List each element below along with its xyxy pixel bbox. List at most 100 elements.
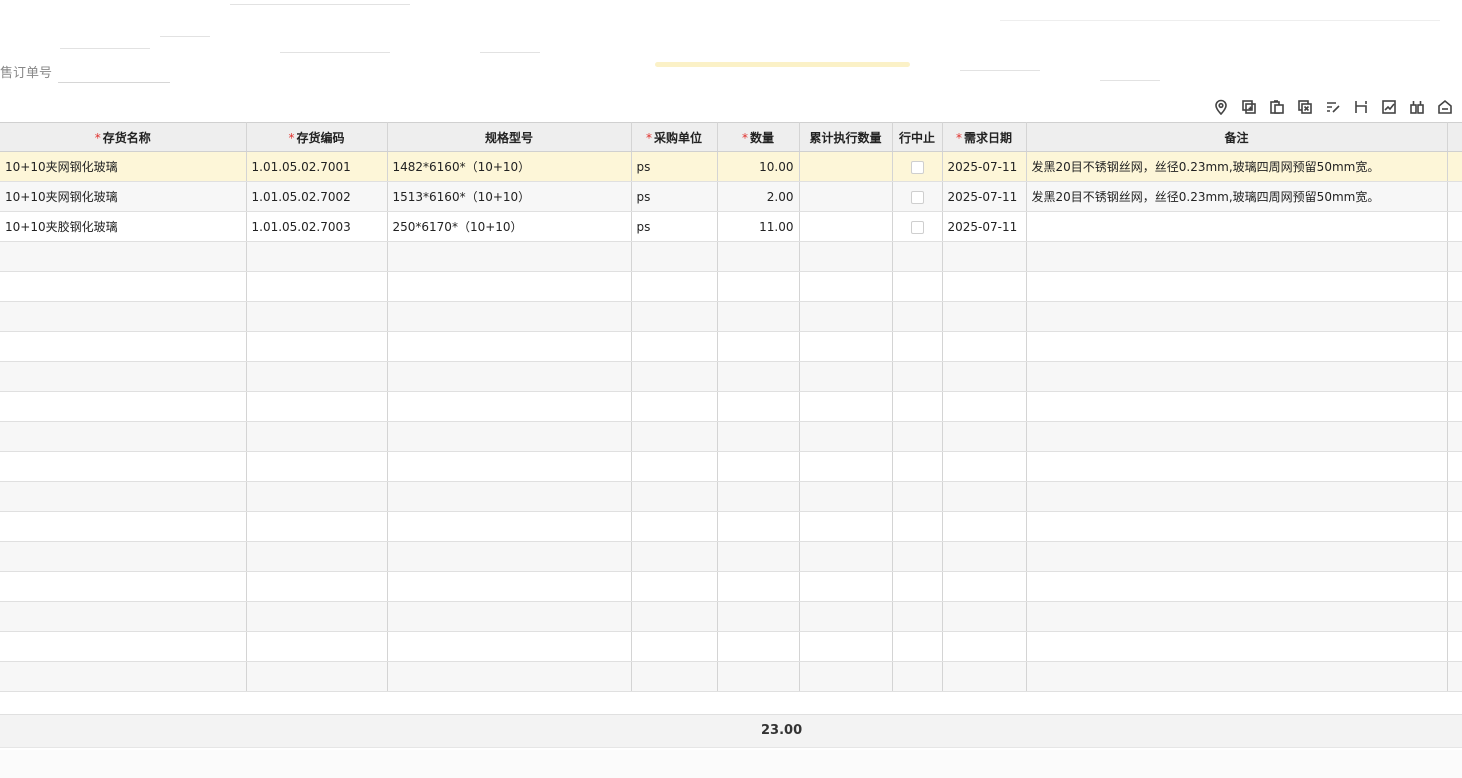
empty-cell[interactable]	[799, 241, 893, 272]
empty-table-row[interactable]	[0, 331, 1462, 362]
empty-cell[interactable]	[892, 421, 943, 452]
empty-cell[interactable]	[631, 331, 718, 362]
empty-cell[interactable]	[799, 481, 893, 512]
empty-cell[interactable]	[942, 601, 1027, 632]
empty-cell[interactable]	[892, 451, 943, 482]
empty-cell[interactable]	[717, 601, 800, 632]
cell-unit[interactable]: ps	[631, 151, 718, 182]
empty-cell[interactable]	[799, 421, 893, 452]
empty-cell[interactable]	[799, 541, 893, 572]
empty-cell[interactable]	[717, 661, 800, 692]
empty-table-row[interactable]	[0, 631, 1462, 662]
cell-spec[interactable]: 1482*6160*（10+10）	[387, 151, 632, 182]
empty-cell[interactable]	[631, 571, 718, 602]
empty-cell[interactable]	[387, 481, 632, 512]
empty-cell[interactable]	[246, 511, 388, 542]
empty-cell[interactable]	[246, 571, 388, 602]
empty-cell[interactable]	[799, 361, 893, 392]
empty-cell[interactable]	[1026, 631, 1448, 662]
empty-cell[interactable]	[387, 631, 632, 662]
empty-cell[interactable]	[799, 601, 893, 632]
cell-required-date[interactable]: 2025-07-11	[942, 151, 1027, 182]
empty-cell[interactable]	[0, 601, 247, 632]
empty-cell[interactable]	[387, 571, 632, 602]
empty-cell[interactable]	[942, 361, 1027, 392]
cell-item-code[interactable]: 1.01.05.02.7003	[246, 211, 388, 242]
empty-cell[interactable]	[799, 661, 893, 692]
table-row[interactable]: 10+10夹网钢化玻璃 1.01.05.02.7001 1482*6160*（1…	[0, 151, 1462, 182]
empty-cell[interactable]	[799, 331, 893, 362]
empty-cell[interactable]	[942, 301, 1027, 332]
empty-cell[interactable]	[717, 391, 800, 422]
empty-cell[interactable]	[717, 421, 800, 452]
empty-cell[interactable]	[0, 661, 247, 692]
empty-table-row[interactable]	[0, 421, 1462, 452]
empty-cell[interactable]	[631, 661, 718, 692]
empty-cell[interactable]	[631, 361, 718, 392]
empty-cell[interactable]	[1026, 421, 1448, 452]
empty-cell[interactable]	[246, 481, 388, 512]
empty-table-row[interactable]	[0, 571, 1462, 602]
row-stop-checkbox[interactable]	[910, 160, 924, 174]
empty-cell[interactable]	[942, 661, 1027, 692]
empty-table-row[interactable]	[0, 451, 1462, 482]
empty-cell[interactable]	[387, 661, 632, 692]
empty-cell[interactable]	[631, 601, 718, 632]
empty-table-row[interactable]	[0, 601, 1462, 632]
empty-cell[interactable]	[942, 451, 1027, 482]
empty-cell[interactable]	[246, 391, 388, 422]
empty-cell[interactable]	[717, 331, 800, 362]
column-header-item-name[interactable]: * 存货名称	[0, 122, 247, 152]
empty-cell[interactable]	[942, 481, 1027, 512]
empty-cell[interactable]	[246, 241, 388, 272]
empty-cell[interactable]	[631, 391, 718, 422]
empty-cell[interactable]	[717, 571, 800, 602]
empty-cell[interactable]	[799, 271, 893, 302]
empty-cell[interactable]	[246, 301, 388, 332]
column-header-unit[interactable]: * 采购单位	[631, 122, 718, 152]
empty-cell[interactable]	[1026, 541, 1448, 572]
empty-table-row[interactable]	[0, 541, 1462, 572]
empty-cell[interactable]	[717, 241, 800, 272]
empty-cell[interactable]	[1026, 601, 1448, 632]
cell-item-name[interactable]: 10+10夹胶钢化玻璃	[0, 211, 247, 242]
empty-cell[interactable]	[246, 541, 388, 572]
empty-cell[interactable]	[1026, 301, 1448, 332]
empty-cell[interactable]	[799, 301, 893, 332]
copy-row-icon[interactable]	[1266, 96, 1288, 118]
empty-cell[interactable]	[1026, 271, 1448, 302]
empty-cell[interactable]	[246, 421, 388, 452]
empty-cell[interactable]	[892, 331, 943, 362]
empty-cell[interactable]	[0, 361, 247, 392]
sales-order-input[interactable]	[58, 60, 170, 83]
column-header-executed-qty[interactable]: 累计执行数量	[799, 122, 893, 152]
empty-cell[interactable]	[892, 391, 943, 422]
empty-cell[interactable]	[0, 271, 247, 302]
empty-cell[interactable]	[631, 481, 718, 512]
empty-cell[interactable]	[631, 421, 718, 452]
empty-cell[interactable]	[892, 301, 943, 332]
empty-cell[interactable]	[717, 481, 800, 512]
empty-table-row[interactable]	[0, 301, 1462, 332]
empty-cell[interactable]	[942, 271, 1027, 302]
empty-cell[interactable]	[0, 391, 247, 422]
grid-settings-icon[interactable]	[1406, 96, 1428, 118]
empty-cell[interactable]	[717, 631, 800, 662]
cell-unit[interactable]: ps	[631, 211, 718, 242]
empty-cell[interactable]	[1026, 661, 1448, 692]
empty-cell[interactable]	[892, 661, 943, 692]
cell-spec[interactable]: 1513*6160*（10+10）	[387, 181, 632, 212]
cell-unit[interactable]: ps	[631, 181, 718, 212]
empty-cell[interactable]	[892, 361, 943, 392]
cell-remark[interactable]: 发黑20目不锈钢丝网，丝径0.23mm,玻璃四周网预留50mm宽。	[1026, 151, 1448, 182]
empty-cell[interactable]	[1026, 451, 1448, 482]
empty-table-row[interactable]	[0, 391, 1462, 422]
empty-cell[interactable]	[387, 331, 632, 362]
empty-cell[interactable]	[0, 421, 247, 452]
empty-cell[interactable]	[1026, 331, 1448, 362]
empty-cell[interactable]	[799, 631, 893, 662]
empty-table-row[interactable]	[0, 361, 1462, 392]
empty-table-row[interactable]	[0, 241, 1462, 272]
empty-cell[interactable]	[942, 571, 1027, 602]
row-stop-checkbox[interactable]	[910, 220, 924, 234]
